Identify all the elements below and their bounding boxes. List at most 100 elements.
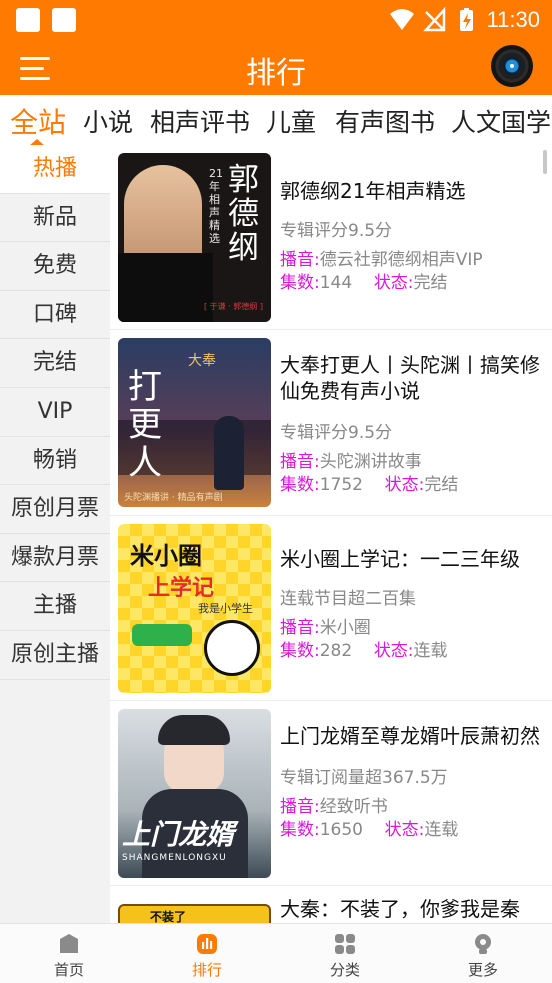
side-item-reputation[interactable]: 口碑 <box>0 290 110 340</box>
status-label: 状态: <box>384 820 425 840</box>
list-item[interactable]: 不装了 大秦：不装了，你爹我是秦 <box>110 886 552 923</box>
tab-crosstalk[interactable]: 相声评书 <box>150 103 250 139</box>
side-item-original-monthly[interactable]: 原创月票 <box>0 485 110 534</box>
episodes-label: 集数: <box>280 641 320 661</box>
category-icon <box>335 934 355 954</box>
list-item[interactable]: 大奉 打更人 头陀渊播讲 · 精品有声剧 大奉打更人丨头陀渊丨搞笑修仙免费有声小… <box>110 330 552 516</box>
side-item-bestseller[interactable]: 畅销 <box>0 436 110 486</box>
episodes-count: 282 <box>319 641 353 661</box>
anchor-name: 米小圈 <box>319 618 371 638</box>
nav-ranking-label: 排行 <box>191 961 222 979</box>
album-subtitle: 连载节目超二百集 <box>280 589 416 609</box>
episodes-label: 集数: <box>280 273 320 293</box>
cover-footer: 头陀渊播讲 · 精品有声剧 <box>124 493 223 503</box>
tab-audiobook[interactable]: 有声图书 <box>335 103 435 139</box>
album-title: 米小圈上学记：一二三年级 <box>280 547 520 571</box>
no-signal-icon <box>423 6 446 32</box>
clock: 11:30 <box>486 7 540 32</box>
cover-note: 我是小学生 <box>198 602 253 615</box>
nav-category[interactable]: 分类 <box>276 924 414 983</box>
album-status: 完结 <box>413 273 448 293</box>
figure-image <box>214 416 244 490</box>
album-subtitle: 专辑评分9.5分 <box>280 221 393 241</box>
episodes-count: 1650 <box>319 820 363 840</box>
nav-category-label: 分类 <box>329 961 360 979</box>
album-info: 米小圈上学记：一二三年级 连载节目超二百集 播音:米小圈 集数:282 状态:连… <box>280 546 546 663</box>
album-status: 连载 <box>413 641 448 661</box>
album-status: 完结 <box>424 475 459 495</box>
megaphone-image <box>132 624 192 646</box>
cover-title: 不装了 <box>150 910 187 923</box>
cover-title: 打更人 <box>128 367 162 483</box>
album-cover[interactable]: 大奉 打更人 头陀渊播讲 · 精品有声剧 <box>118 338 271 507</box>
cover-top-text: 大奉 <box>188 353 216 369</box>
nav-home[interactable]: 首页 <box>0 924 138 983</box>
anchor-label: 播音: <box>280 618 320 638</box>
album-cover[interactable]: 郭德纲 21年相声精选 [ 于谦 · 郭德纲 ] <box>118 153 271 322</box>
list-item[interactable]: 米小圈 上学记 我是小学生 米小圈上学记：一二三年级 连载节目超二百集 播音:米… <box>110 516 552 701</box>
anchor-name: 德云社郭德纲相声VIP <box>319 250 483 270</box>
cover-title: 上门龙婿 <box>122 818 235 851</box>
status-label: 状态: <box>373 273 414 293</box>
nav-ranking[interactable]: 排行 <box>138 924 276 983</box>
anchor-label: 播音: <box>280 452 320 472</box>
ranking-side-menu: 热播 新品 免费 口碑 完结 VIP 畅销 原创月票 爆款月票 主播 原创主播 <box>0 145 110 923</box>
tab-quanzhan[interactable]: 全站 <box>10 101 66 141</box>
album-title: 上门龙婿至尊龙婿叶辰萧初然 <box>280 724 540 748</box>
status-label: 状态: <box>373 641 414 661</box>
album-list: 郭德纲 21年相声精选 [ 于谦 · 郭德纲 ] 郭德纲21年相声精选 专辑评分… <box>110 145 552 923</box>
album-subtitle: 专辑订阅量超367.5万 <box>280 768 448 788</box>
album-title: 大奉打更人丨头陀渊丨搞笑修仙免费有声小说 <box>280 353 540 403</box>
episodes-count: 1752 <box>319 475 363 495</box>
app-bar: 排行 <box>0 40 552 95</box>
side-item-new[interactable]: 新品 <box>0 193 110 243</box>
album-info: 大奉打更人丨头陀渊丨搞笑修仙免费有声小说 专辑评分9.5分 播音:头陀渊讲故事 … <box>280 352 546 497</box>
bottom-navigation: 首页 排行 分类 更多 <box>0 923 552 983</box>
notification-icon <box>16 8 40 32</box>
notification-icon <box>52 8 76 32</box>
album-cover[interactable]: 上门龙婿 SHANGMENLONGXU <box>118 709 271 878</box>
album-cover[interactable]: 米小圈 上学记 我是小学生 <box>118 524 271 693</box>
nav-more[interactable]: 更多 <box>414 924 552 983</box>
tab-humanities[interactable]: 人文国学 <box>451 103 551 139</box>
anchor-label: 播音: <box>280 797 320 817</box>
side-item-vip[interactable]: VIP <box>0 387 110 437</box>
album-status: 连载 <box>424 820 459 840</box>
side-item-finished[interactable]: 完结 <box>0 339 110 388</box>
nav-more-label: 更多 <box>467 961 498 979</box>
cover-title: 米小圈 <box>130 542 202 570</box>
cover-title: 郭德纲 <box>228 162 259 266</box>
cartoon-face-image <box>204 620 260 676</box>
album-title: 大秦：不装了，你爹我是秦 <box>280 897 520 921</box>
album-info: 郭德纲21年相声精选 专辑评分9.5分 播音:德云社郭德纲相声VIP 集数:14… <box>280 178 546 295</box>
scrollbar[interactable] <box>543 150 547 174</box>
side-item-anchor[interactable]: 主播 <box>0 582 110 631</box>
side-item-original-anchor[interactable]: 原创主播 <box>0 630 110 680</box>
list-item[interactable]: 郭德纲 21年相声精选 [ 于谦 · 郭德纲 ] 郭德纲21年相声精选 专辑评分… <box>110 145 552 330</box>
side-item-hit-monthly[interactable]: 爆款月票 <box>0 533 110 583</box>
vinyl-disc-icon[interactable] <box>491 45 533 87</box>
home-icon <box>60 934 78 953</box>
tab-children[interactable]: 儿童 <box>266 103 316 139</box>
album-subtitle: 专辑评分9.5分 <box>280 423 393 443</box>
nav-home-label: 首页 <box>53 961 84 979</box>
anchor-label: 播音: <box>280 250 320 270</box>
page-title: 排行 <box>246 56 306 91</box>
system-icons <box>390 6 473 32</box>
album-title: 郭德纲21年相声精选 <box>280 179 466 203</box>
anchor-name: 经致听书 <box>319 797 388 817</box>
album-info: 大秦：不装了，你爹我是秦 <box>280 896 546 922</box>
album-info: 上门龙婿至尊龙婿叶辰萧初然 专辑订阅量超367.5万 播音:经致听书 集数:16… <box>280 723 546 842</box>
side-item-hot[interactable]: 热播 <box>0 145 110 194</box>
list-item[interactable]: 上门龙婿 SHANGMENLONGXU 上门龙婿至尊龙婿叶辰萧初然 专辑订阅量超… <box>110 701 552 886</box>
episodes-label: 集数: <box>280 820 320 840</box>
wifi-icon <box>390 9 414 30</box>
cover-subtitle: 上学记 <box>148 576 215 601</box>
album-cover[interactable]: 不装了 <box>118 904 271 923</box>
episodes-count: 144 <box>319 273 353 293</box>
tab-novel[interactable]: 小说 <box>83 103 133 139</box>
category-tabs: 全站 小说 相声评书 儿童 有声图书 人文国学 <box>0 95 552 145</box>
side-item-free[interactable]: 免费 <box>0 242 110 291</box>
battery-charging-icon <box>460 8 473 31</box>
cover-stamp: [ 于谦 · 郭德纲 ] <box>204 302 263 311</box>
